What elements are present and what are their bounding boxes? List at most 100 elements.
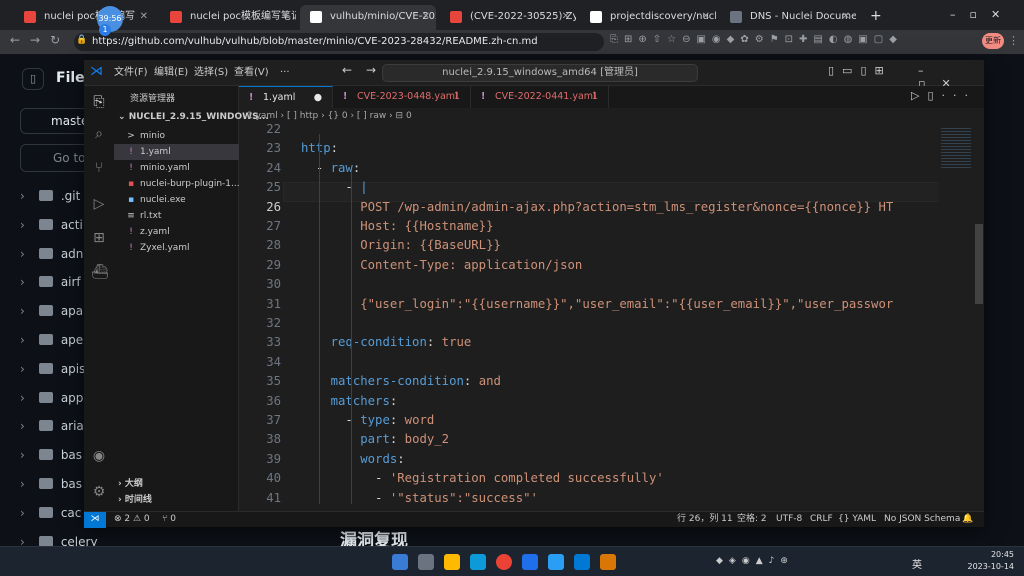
ports-count[interactable]: ⑂ 0 [162,512,176,527]
file-tree-item[interactable]: › aria [20,416,84,436]
editor-tab[interactable]: ! 1.yaml ● [239,86,333,108]
outline-section[interactable]: › 大纲 [118,476,143,489]
menu-item[interactable]: ··· [280,60,290,86]
extension-icons[interactable]: ⎘⊞⊕⇧☆⊖▣◉◆✿⚙⚑⊡✚▤◐◍▣▢◆ [610,34,950,50]
explorer-item[interactable]: ≡ rl.txt [114,208,239,224]
tray-icons[interactable]: ◆◈◉▲♪⊕ [716,556,794,566]
encoding[interactable]: UTF-8 [776,512,802,527]
settings-gear-icon[interactable]: ⚙ [91,484,107,500]
code-line[interactable]: matchers-condition: and [301,372,501,391]
scrollbar-thumb[interactable] [975,224,983,304]
explorer-icon[interactable]: ⎘ [91,94,107,110]
run-debug-icon[interactable]: ▷ [91,196,107,212]
file-tree-item[interactable]: › cac [20,503,81,523]
code-line[interactable]: POST /wp-admin/admin-ajax.php?action=stm… [301,198,893,217]
minimap[interactable] [939,124,984,511]
code-line[interactable]: words: [301,450,404,469]
source-control-icon[interactable]: ⑂ [91,160,107,176]
editor-tab[interactable]: ! CVE-2023-0448.yaml 1 [333,86,471,108]
remote-indicator[interactable]: ⋊ [84,512,106,528]
browser-tab[interactable]: vulhub/minio/CVE-2023-284✕ [300,5,436,30]
menu-item[interactable]: 文件(F) [114,60,148,86]
clock[interactable]: 20:45 2023-10-14 [968,549,1015,573]
code-line[interactable]: req-condition: true [301,333,472,352]
file-tree-item[interactable]: › airf [20,272,81,292]
breadcrumb[interactable]: 1.yaml › [ ] http › {} 0 › [ ] raw › ⊟ 0 [239,108,984,124]
code-line[interactable]: - type: word [301,411,434,430]
file-explorer-icon[interactable] [444,554,460,570]
code-line[interactable]: part: body_2 [301,430,449,449]
start-icon[interactable] [392,554,408,570]
menu-item[interactable]: 编辑(E) [154,60,188,86]
code-line[interactable]: matchers: [301,392,398,411]
code-editor[interactable]: 22 23 http: 24 - raw: 25 - | 26 POST /wp-admi… [239,124,984,511]
branch-select[interactable]: maste [20,108,90,134]
explorer-item[interactable]: > minio [114,128,239,144]
app-icon[interactable] [600,554,616,570]
goto-file-input[interactable]: Go to [20,144,90,172]
editor-tab-indicator[interactable]: 1 [592,86,598,108]
timeline-section[interactable]: › 时间线 [118,492,152,505]
file-tree-item[interactable]: › acti [20,215,83,235]
file-tree-item[interactable]: › bas [20,445,82,465]
json-schema[interactable]: No JSON Schema [884,512,960,527]
browser-tab[interactable]: projectdiscovery/nuclei-burp✕ [580,5,716,30]
close-icon[interactable]: ✕ [282,5,290,29]
update-button[interactable]: 更新 [982,33,1004,49]
file-tree-item[interactable]: › app [20,388,83,408]
window-controls[interactable]: –▫✕ [950,8,1014,21]
file-tree-item[interactable]: › bas [20,474,82,494]
docker-icon[interactable]: ⛴ [91,264,109,280]
code-line[interactable]: Host: {{Hostname}} [301,217,493,236]
editor-tab[interactable]: ! CVE-2022-0441.yaml 1 [471,86,609,108]
menu-icon[interactable]: ⋮ [1008,34,1019,47]
browser-tab[interactable]: nuclei poc模板编写 ✕ [14,5,154,30]
line-ending[interactable]: CRLF [810,512,833,527]
explorer-item[interactable]: ! 1.yaml [114,144,239,160]
close-icon[interactable]: ✕ [702,5,710,29]
file-tree-item[interactable]: › apa [20,301,83,321]
explorer-item[interactable]: ! minio.yaml [114,160,239,176]
problems-count[interactable]: ⊗ 2 ⚠ 0 [114,512,150,527]
code-line[interactable]: - '"status":"success"' [301,489,538,508]
language-mode[interactable]: {} YAML [838,512,876,527]
indentation[interactable]: 空格: 2 [737,512,767,527]
menu-item[interactable]: 选择(S) [194,60,228,86]
browser-tab[interactable]: DNS - Nuclei Documentation✕ [720,5,856,30]
code-line[interactable]: Content-Type: application/json [301,256,582,275]
chrome-icon[interactable] [496,554,512,570]
code-line[interactable]: - | [301,178,367,197]
notifications-icon[interactable]: 🔔 [962,512,973,527]
app-icon[interactable] [522,554,538,570]
browser-tab[interactable]: nuclei poc模板编写笔记（二）✕ [160,5,296,30]
sidebar-toggle-icon[interactable]: ▯ [22,68,44,90]
ime-indicator[interactable]: 英 [912,556,922,571]
app-icon[interactable] [548,554,564,570]
account-icon[interactable]: ◉ [91,448,107,464]
search-icon[interactable] [418,554,434,570]
cursor-position[interactable]: 行 26，列 11 [677,512,733,527]
nav-buttons[interactable]: ←→↻ [10,33,70,47]
file-tree-item[interactable]: › .git [20,186,80,206]
url-field[interactable]: https://github.com/vulhub/vulhub/blob/ma… [74,33,604,51]
explorer-item[interactable]: ! z.yaml [114,224,239,240]
menu-item[interactable]: 查看(V) [234,60,269,86]
edge-icon[interactable] [470,554,486,570]
extensions-icon[interactable]: ⊞ [91,230,107,246]
code-line[interactable]: {"user_login":"{{username}}","user_email… [301,295,893,314]
close-icon[interactable]: ✕ [562,5,570,29]
code-line[interactable]: - 'Registration completed successfully' [301,469,664,488]
explorer-item[interactable]: ▪ nuclei.exe [114,192,239,208]
close-icon[interactable]: ✕ [842,5,850,29]
explorer-item[interactable]: ▪ nuclei-burp-plugin-1.... [114,176,239,192]
file-tree-item[interactable]: › ape [20,330,83,350]
explorer-item[interactable]: ! Zyxel.yaml [114,240,239,256]
layout-controls[interactable]: ▯▭▯⊞ [828,64,892,77]
browser-tab[interactable]: (CVE-2022-30525) Zyxel 防✕ [440,5,576,30]
editor-tab-indicator[interactable]: 1 [454,86,460,108]
code-line[interactable]: Origin: {{BaseURL}} [301,236,501,255]
new-tab-button[interactable]: + [870,8,882,24]
vscode-taskbar-icon[interactable] [574,554,590,570]
file-tree-item[interactable]: › adn [20,244,83,264]
close-icon[interactable]: ✕ [422,5,430,29]
